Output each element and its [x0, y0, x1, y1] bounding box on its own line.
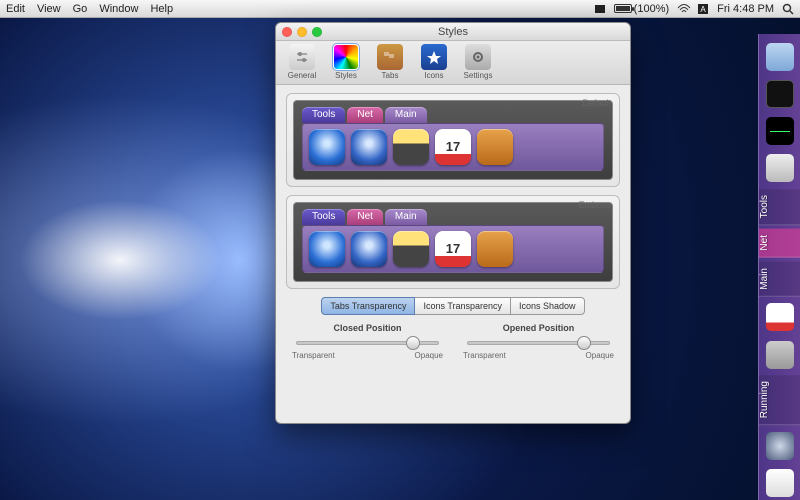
menubar-status: (100%) A Fri 4:48 PM	[594, 3, 794, 15]
menubar-clock[interactable]: Fri 4:48 PM	[717, 3, 774, 15]
dock-tab-tools[interactable]: Tools	[759, 189, 800, 225]
toolbar-label: Tabs	[382, 71, 399, 80]
preview-tab-main: Main	[385, 209, 427, 225]
keyboard-layout-icon[interactable]: A	[697, 3, 709, 15]
toolbar-settings[interactable]: Settings	[458, 44, 498, 80]
slider-header: Closed Position	[290, 323, 445, 333]
preview-tab-net: Net	[347, 209, 383, 225]
color-wheel-icon	[333, 44, 359, 70]
window-content: Default Tools Net Main Emboss	[276, 85, 630, 423]
dock-item-ical[interactable]	[763, 301, 797, 334]
slider-header: Opened Position	[461, 323, 616, 333]
window-title: Styles	[276, 26, 630, 38]
menu-window[interactable]: Window	[99, 3, 138, 15]
preview-tab-main: Main	[385, 107, 427, 123]
preview-tab-tools: Tools	[302, 209, 345, 225]
seg-icons-transparency[interactable]: Icons Transparency	[415, 297, 511, 315]
styles-window: Styles General Styles Tabs Icons Setting…	[275, 22, 631, 424]
slider-knob[interactable]	[577, 336, 591, 350]
appstore-icon	[309, 231, 345, 267]
dock-item-activity[interactable]	[763, 115, 797, 148]
slider-icon	[289, 44, 315, 70]
side-dock: Tools Net Main Running	[758, 34, 800, 500]
menubar-menus: Edit View Go Window Help	[6, 3, 173, 15]
slider-track-opened[interactable]	[467, 341, 610, 345]
ical-icon	[435, 231, 471, 267]
titlebar[interactable]: Styles	[276, 23, 630, 41]
contacts-icon	[477, 129, 513, 165]
iphoto-icon	[393, 231, 429, 267]
menu-edit[interactable]: Edit	[6, 3, 25, 15]
style-card-default[interactable]: Default Tools Net Main	[286, 93, 620, 187]
slider-knob[interactable]	[406, 336, 420, 350]
toolbar-label: Styles	[335, 71, 357, 80]
dock-tab-net[interactable]: Net	[759, 229, 800, 258]
iphoto-icon	[393, 129, 429, 165]
prefs-toolbar: General Styles Tabs Icons Settings	[276, 41, 630, 85]
segmented-control: Tabs Transparency Icons Transparency Ico…	[286, 297, 620, 315]
zoom-button[interactable]	[312, 27, 322, 37]
dock-tab-running[interactable]: Running	[759, 375, 800, 425]
slider-closed: Closed Position Transparent Opaque	[290, 323, 445, 360]
battery-icon	[614, 4, 632, 13]
dock-item-disk[interactable]	[763, 152, 797, 185]
star-icon	[421, 44, 447, 70]
wifi-icon[interactable]	[677, 3, 689, 15]
minimize-button[interactable]	[297, 27, 307, 37]
dock-item-terminal[interactable]	[763, 77, 797, 110]
itunes-icon	[351, 231, 387, 267]
menu-view[interactable]: View	[37, 3, 61, 15]
menubar: Edit View Go Window Help (100%) A Fri 4:…	[0, 0, 800, 18]
preview-shelf	[302, 225, 604, 273]
sliders-row: Closed Position Transparent Opaque Opene…	[286, 323, 620, 364]
dock-item-safari[interactable]	[763, 429, 797, 462]
toolbar-label: Icons	[424, 71, 443, 80]
contacts-icon	[477, 231, 513, 267]
battery-pct: (100%)	[634, 3, 669, 15]
ical-icon	[435, 129, 471, 165]
preview-tab-tools: Tools	[302, 107, 345, 123]
slider-max-label: Opaque	[415, 351, 443, 360]
dock-item-textedit[interactable]	[763, 467, 797, 500]
toolbar-tabs[interactable]: Tabs	[370, 44, 410, 80]
gear-icon	[465, 44, 491, 70]
spotlight-icon[interactable]	[782, 3, 794, 15]
slider-min-label: Transparent	[463, 351, 506, 360]
traffic-lights	[282, 27, 322, 37]
close-button[interactable]	[282, 27, 292, 37]
seg-icons-shadow[interactable]: Icons Shadow	[511, 297, 585, 315]
menu-go[interactable]: Go	[73, 3, 88, 15]
menu-help[interactable]: Help	[150, 3, 173, 15]
preview-shelf	[302, 123, 604, 171]
battery-status[interactable]: (100%)	[614, 3, 669, 15]
slider-min-label: Transparent	[292, 351, 335, 360]
slider-max-label: Opaque	[586, 351, 614, 360]
style-preview: Tools Net Main	[293, 100, 613, 180]
slider-track-closed[interactable]	[296, 341, 439, 345]
style-preview: Tools Net Main	[293, 202, 613, 282]
tabs-icon	[377, 44, 403, 70]
seg-tabs-transparency[interactable]: Tabs Transparency	[321, 297, 415, 315]
style-name-label: Emboss	[578, 200, 611, 210]
dropbox-icon[interactable]	[594, 3, 606, 15]
toolbar-general[interactable]: General	[282, 44, 322, 80]
style-name-label: Default	[582, 98, 611, 108]
slider-opened: Opened Position Transparent Opaque	[461, 323, 616, 360]
dock-item-fontbook[interactable]	[763, 338, 797, 371]
style-card-emboss[interactable]: Emboss Tools Net Main	[286, 195, 620, 289]
dock-item-finder[interactable]	[763, 40, 797, 73]
appstore-icon	[309, 129, 345, 165]
dock-tab-main[interactable]: Main	[759, 262, 800, 297]
toolbar-icons[interactable]: Icons	[414, 44, 454, 80]
itunes-icon	[351, 129, 387, 165]
toolbar-label: Settings	[464, 71, 493, 80]
toolbar-styles[interactable]: Styles	[326, 44, 366, 80]
svg-text:A: A	[700, 5, 706, 14]
preview-tab-net: Net	[347, 107, 383, 123]
toolbar-label: General	[288, 71, 316, 80]
